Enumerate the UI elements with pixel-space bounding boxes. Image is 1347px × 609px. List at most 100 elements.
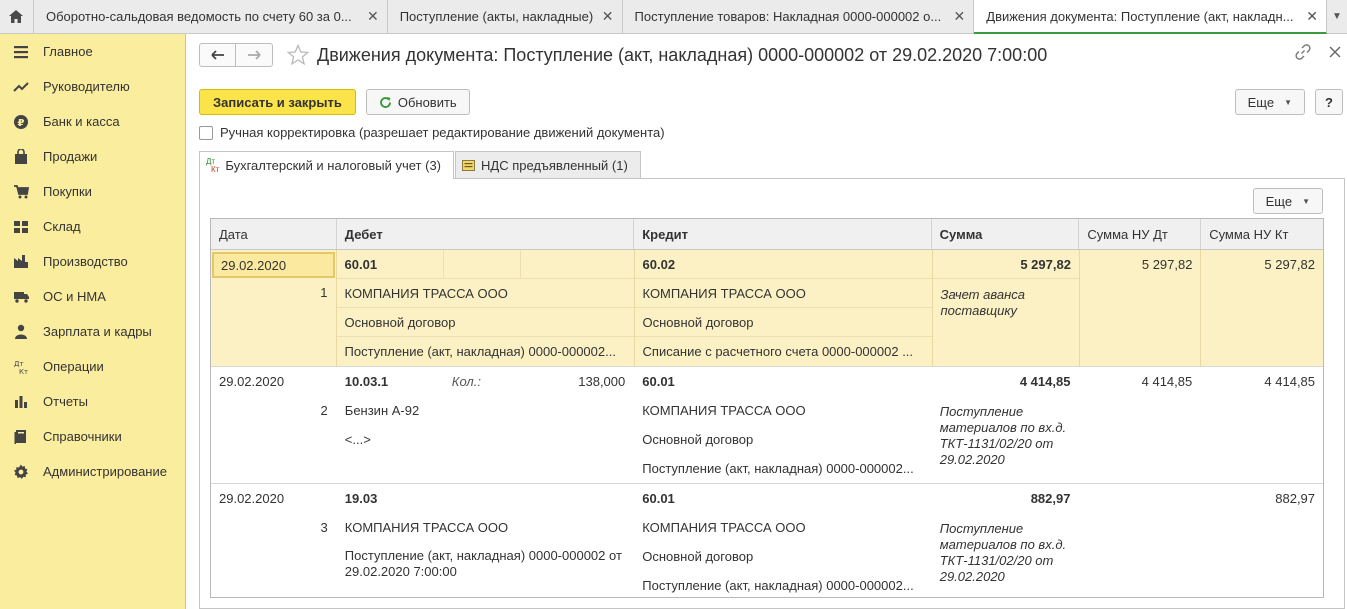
sidebar-item-sales[interactable]: Продажи — [0, 139, 185, 174]
credit-account: 60.01 — [642, 491, 675, 506]
close-icon[interactable]: ✕ — [1306, 8, 1318, 25]
debit-subconto: Бензин А-92 — [344, 403, 420, 418]
nu-dt-value: 5 297,82 — [1141, 257, 1193, 272]
sidebar-item-production[interactable]: Производство — [0, 244, 185, 279]
tabs-dropdown-icon[interactable]: ▼ — [1327, 0, 1347, 33]
credit-account: 60.01 — [642, 374, 675, 389]
sidebar-item-operations[interactable]: Дт Кт Операции — [0, 349, 185, 384]
nu-dt-value — [1079, 484, 1200, 513]
nu-dt-value: 4 414,85 — [1141, 374, 1193, 389]
manual-edit-checkbox[interactable] — [199, 125, 213, 140]
nu-kt-value: 4 414,85 — [1264, 374, 1316, 389]
entry-comment: Поступление материалов по вх.д. ТКТ-1131… — [939, 404, 1067, 467]
table-row[interactable]: 29.02.2020 3 19.03 КОМПАНИЯ ТРАССА ООО П… — [211, 484, 1323, 597]
close-icon[interactable]: ✕ — [367, 8, 379, 25]
dt-kt-icon: Дт Кт — [206, 156, 220, 174]
bar-chart-icon — [12, 393, 30, 411]
table-more-button[interactable]: Еще ▼ — [1252, 188, 1323, 214]
books-icon — [12, 428, 30, 446]
sum-value: 882,97 — [1030, 491, 1071, 506]
cart-icon — [12, 183, 30, 201]
dt-kt-icon: Дт Кт — [12, 358, 30, 376]
window-tab-receipts[interactable]: Поступление (акты, накладные) ✕ — [388, 0, 623, 33]
debit-account: 10.03.1 — [344, 374, 389, 389]
person-icon — [12, 323, 30, 341]
credit-account: 60.02 — [642, 256, 676, 272]
refresh-icon — [379, 96, 391, 108]
menu-icon — [12, 43, 30, 61]
close-icon[interactable]: ✕ — [602, 8, 614, 25]
arrow-left-icon — [210, 50, 224, 60]
row-number: 3 — [320, 520, 328, 535]
gear-icon — [12, 463, 30, 481]
favorite-star-icon[interactable] — [287, 44, 309, 66]
sidebar-item-main[interactable]: Главное — [0, 34, 185, 69]
link-icon[interactable] — [1295, 44, 1311, 60]
movements-table[interactable]: Дата Дебет Кредит Сумма Сумма НУ Дт Сумм… — [210, 218, 1324, 598]
save-and-close-button[interactable]: Записать и закрыть — [199, 89, 356, 115]
refresh-button[interactable]: Обновить — [365, 89, 470, 115]
window-tab-invoice[interactable]: Поступление товаров: Накладная 0000-0000… — [623, 0, 975, 33]
credit-subconto: Поступление (акт, накладная) 0000-000002… — [642, 578, 914, 593]
row-number: 1 — [320, 285, 328, 300]
more-button[interactable]: Еще ▼ — [1234, 89, 1305, 115]
forward-button[interactable] — [236, 43, 273, 67]
svg-text:Дт: Дт — [14, 360, 24, 368]
sidebar-item-warehouse[interactable]: Склад — [0, 209, 185, 244]
credit-subconto: Основной договор — [634, 308, 932, 337]
tab-vat[interactable]: НДС предъявленный (1) — [455, 151, 641, 178]
entry-comment: Зачет аванса поставщику — [940, 287, 1025, 318]
arrow-right-icon — [248, 50, 261, 60]
window-tab-movements[interactable]: Движения документа: Поступление (акт, на… — [974, 0, 1327, 34]
column-header-credit[interactable]: Кредит — [634, 219, 932, 249]
sidebar-item-purchases[interactable]: Покупки — [0, 174, 185, 209]
bag-icon — [12, 148, 30, 166]
sidebar: Главное Руководителю ₽ Банк и касса Прод… — [0, 34, 186, 609]
home-icon — [9, 10, 24, 23]
column-header-debit[interactable]: Дебет — [337, 219, 635, 249]
home-button[interactable] — [0, 0, 34, 33]
register-icon — [462, 159, 476, 171]
help-button[interactable]: ? — [1315, 89, 1343, 115]
debit-subconto: Основной договор — [336, 308, 634, 337]
credit-subconto: Основной договор — [642, 549, 754, 564]
register-panel: Еще ▼ Дата Дебет Кредит Сумма Сумма НУ Дт… — [199, 178, 1345, 609]
truck-icon — [12, 288, 30, 306]
sidebar-item-admin[interactable]: Администрирование — [0, 454, 185, 489]
sidebar-item-bank[interactable]: ₽ Банк и касса — [0, 104, 185, 139]
quantity-label: Кол.: — [451, 374, 481, 389]
date-cell[interactable]: 29.02.2020 — [212, 252, 335, 278]
row-number: 2 — [320, 403, 328, 418]
debit-account: 60.01 — [344, 256, 378, 272]
nu-kt-value: 5 297,82 — [1264, 257, 1315, 272]
column-header-sum[interactable]: Сумма — [932, 219, 1080, 249]
sidebar-item-management[interactable]: Руководителю — [0, 69, 185, 104]
credit-subconto: КОМПАНИЯ ТРАССА ООО — [642, 520, 806, 535]
date-cell: 29.02.2020 — [219, 491, 285, 506]
sidebar-item-reports[interactable]: Отчеты — [0, 384, 185, 419]
quantity-value: 138,000 — [578, 374, 626, 389]
sidebar-item-directories[interactable]: Справочники — [0, 419, 185, 454]
column-header-nu-dt[interactable]: Сумма НУ Дт — [1079, 219, 1202, 249]
back-button[interactable] — [199, 43, 236, 67]
window-tab-bar: Оборотно-сальдовая ведомость по счету 60… — [0, 0, 1347, 34]
column-header-nu-kt[interactable]: Сумма НУ Кт — [1201, 219, 1323, 249]
register-tabs: Дт Кт Бухгалтерский и налоговый учет (3) … — [199, 151, 642, 179]
manual-edit-label: Ручная корректировка (разрешает редактир… — [220, 125, 665, 140]
table-row[interactable]: 29.02.2020 2 10.03.1 Кол.: 138,000 Бензи… — [211, 367, 1323, 484]
tab-accounting[interactable]: Дт Кт Бухгалтерский и налоговый учет (3) — [199, 151, 455, 179]
window-tab-osv[interactable]: Оборотно-сальдовая ведомость по счету 60… — [34, 0, 388, 33]
sidebar-item-assets[interactable]: ОС и НМА — [0, 279, 185, 314]
command-bar: Записать и закрыть Обновить — [199, 89, 470, 115]
table-row[interactable]: 29.02.2020 1 60.01 КОМПАНИЯ ТРАССА ООО О… — [211, 250, 1323, 367]
page-title: Движения документа: Поступление (акт, на… — [317, 44, 1048, 65]
close-icon[interactable]: ✕ — [954, 8, 966, 25]
sum-value: 4 414,85 — [1019, 374, 1071, 389]
close-icon[interactable] — [1329, 46, 1341, 58]
sidebar-item-salary[interactable]: Зарплата и кадры — [0, 314, 185, 349]
nu-kt-value: 882,97 — [1275, 491, 1316, 506]
svg-text:₽: ₽ — [18, 118, 25, 129]
date-cell: 29.02.2020 — [219, 374, 285, 389]
debit-subconto: КОМПАНИЯ ТРАССА ООО — [344, 520, 509, 535]
column-header-date[interactable]: Дата — [211, 219, 337, 249]
